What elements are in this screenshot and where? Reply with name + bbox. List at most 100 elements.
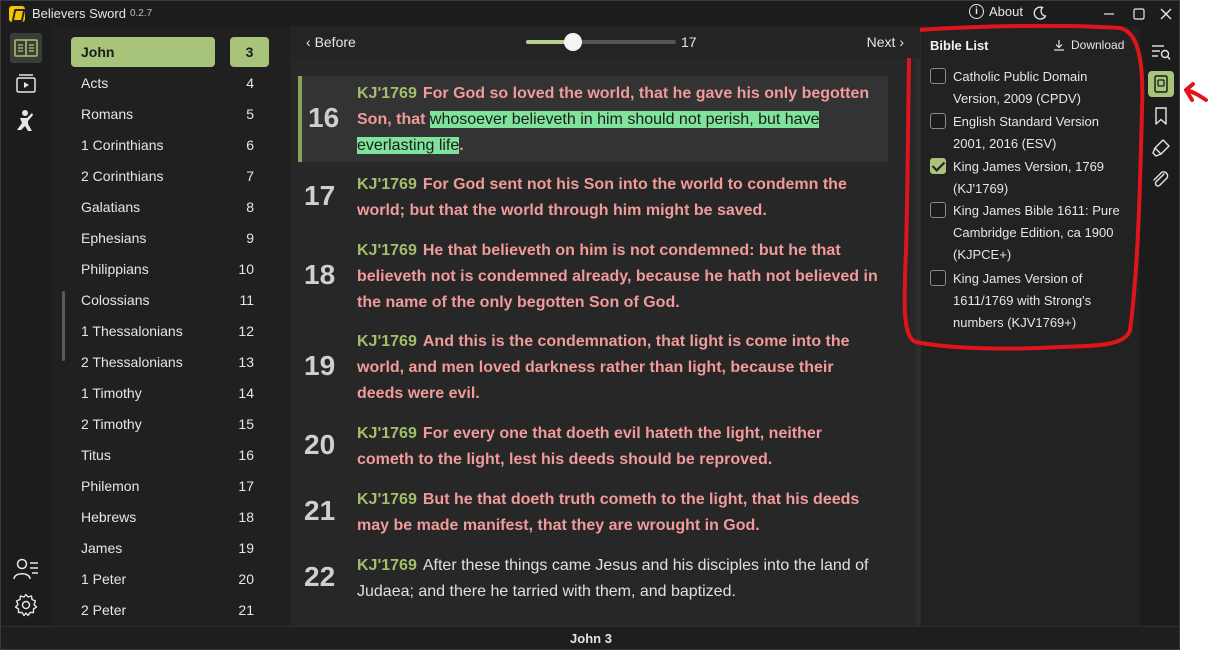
- verse-text: KJ'1769 But he that doeth truth cometh to…: [357, 487, 882, 539]
- rail-profile[interactable]: [10, 554, 42, 584]
- book-item[interactable]: 1 Thessalonians 12: [71, 316, 269, 346]
- gear-icon: [14, 593, 38, 617]
- about-label: About: [989, 4, 1023, 19]
- verse-version-tag: KJ'1769: [357, 557, 417, 574]
- rail-bible-versions[interactable]: [1148, 71, 1174, 97]
- verse-row[interactable]: 21 KJ'1769 But he that doeth truth cometh …: [298, 482, 888, 542]
- book-name: Ephesians: [81, 230, 147, 246]
- chapter-slider-thumb[interactable]: [563, 33, 582, 51]
- verse-row[interactable]: 20 KJ'1769 For every one that doeth evil h…: [298, 416, 888, 476]
- app-version: 0.2.7: [129, 8, 153, 19]
- book-item[interactable]: Galatians 8: [71, 192, 269, 222]
- book-chapter-count: 11: [239, 292, 254, 308]
- maximize-icon: [1133, 7, 1145, 20]
- book-item[interactable]: 1 Timothy 14: [71, 378, 269, 408]
- verse-number: 17: [304, 180, 336, 211]
- rail-media[interactable]: [10, 68, 42, 98]
- rail-highlights[interactable]: [1148, 135, 1174, 161]
- book-name: 2 Thessalonians: [81, 354, 183, 370]
- book-chapter-count: 6: [246, 137, 254, 153]
- bible-version-checkbox[interactable]: [930, 270, 946, 286]
- maximize-button[interactable]: [1125, 1, 1153, 26]
- book-item[interactable]: Romans 5: [71, 99, 269, 129]
- app-logo-icon: [9, 5, 25, 22]
- book-chapter-count: 13: [238, 354, 254, 370]
- book-item[interactable]: Hebrews 18: [71, 502, 269, 532]
- verse-version-tag: KJ'1769: [357, 176, 417, 193]
- rail-clips[interactable]: [1148, 167, 1174, 193]
- bible-version-checkbox[interactable]: [930, 202, 946, 218]
- rail-settings[interactable]: [10, 590, 42, 620]
- verse-number: 19: [304, 350, 336, 381]
- book-item[interactable]: John 3: [71, 37, 269, 67]
- verse-row[interactable]: 18 KJ'1769 He that believeth on him is not…: [298, 233, 888, 319]
- close-icon: [1160, 8, 1172, 19]
- book-item[interactable]: 1 Peter 20: [71, 564, 269, 594]
- book-item[interactable]: Philemon 17: [71, 471, 269, 501]
- close-button[interactable]: [1152, 1, 1179, 26]
- verse-number: 22: [304, 561, 336, 592]
- verse-version-tag: KJ'1769: [357, 425, 417, 442]
- rail-prayer[interactable]: [10, 106, 42, 136]
- book-item[interactable]: Titus 16: [71, 440, 269, 470]
- verse-row[interactable]: 19 KJ'1769 And this is the condemnation, t…: [298, 324, 888, 410]
- bible-version-checkbox[interactable]: [930, 113, 946, 129]
- verse-row[interactable]: 17 KJ'1769 For God sent not his Son into t…: [298, 167, 888, 227]
- book-list: John 3 Acts 4 Romans 5 1 Corinthians 6 2 Corinth…: [51, 26, 290, 626]
- moon-icon[interactable]: [1032, 5, 1048, 21]
- verse-text-segment: For every one that doeth evil hateth the…: [357, 425, 823, 468]
- book-item[interactable]: James 19: [71, 533, 269, 563]
- next-chapter-button[interactable]: Next ›: [867, 34, 904, 50]
- book-item[interactable]: Colossians 11: [71, 285, 269, 315]
- book-item[interactable]: 2 Corinthians 7: [71, 161, 269, 191]
- left-sidebar: [1, 26, 51, 626]
- book-name: Hebrews: [81, 509, 137, 525]
- book-name: Titus: [81, 447, 111, 463]
- book-chapter-count: 12: [238, 323, 254, 339]
- download-button[interactable]: Download: [1053, 38, 1124, 52]
- minimize-button[interactable]: [1095, 1, 1123, 26]
- previous-chapter-button[interactable]: ‹ Before: [306, 34, 356, 50]
- verse-row[interactable]: 16 KJ'1769 For God so loved the world, tha…: [298, 76, 888, 162]
- book-chapter-count: 3: [245, 44, 254, 60]
- next-label: Next: [866, 34, 896, 50]
- chapter-slider-value: 17: [681, 34, 697, 50]
- rail-search-list[interactable]: [1148, 39, 1174, 65]
- book-name: Romans: [81, 106, 134, 122]
- book-list-scrollbar[interactable]: [62, 291, 65, 361]
- bible-version-checkbox[interactable]: [930, 158, 946, 174]
- book-name: 1 Timothy: [81, 385, 142, 401]
- bible-version-label: Catholic Public Domain Version, 2009 (CP…: [953, 69, 1088, 106]
- book-item[interactable]: 1 Corinthians 6: [71, 130, 269, 160]
- book-item[interactable]: Philippians 10: [71, 254, 269, 284]
- book-name: Philippians: [81, 261, 149, 277]
- book-chapter-count: 7: [246, 168, 254, 184]
- book-item[interactable]: 2 Thessalonians 13: [71, 347, 269, 377]
- right-sidebar: [1140, 26, 1179, 626]
- rail-bookmarks[interactable]: [1148, 103, 1174, 129]
- video-library-icon: [16, 74, 36, 93]
- book-item[interactable]: 2 Timothy 15: [71, 409, 269, 439]
- verse-text: KJ'1769 For God sent not his Son into the…: [357, 172, 882, 224]
- verse-number: 20: [304, 429, 336, 460]
- verse-row[interactable]: 22 KJ'1769 After these things came Jesus a…: [298, 548, 888, 608]
- verse-version-tag: KJ'1769: [357, 85, 417, 102]
- book-name: 2 Timothy: [81, 416, 142, 432]
- status-chapter-label: John 3: [570, 631, 612, 646]
- book-item[interactable]: Ephesians 9: [71, 223, 269, 253]
- bible-version-item[interactable]: King James Bible 1611: Pure Cambridge Ed…: [930, 200, 1135, 262]
- bible-version-label: English Standard Version 2001, 2016 (ESV…: [953, 114, 1099, 151]
- chevron-left-icon: ‹: [306, 34, 311, 50]
- book-chapter-count: 8: [246, 199, 254, 215]
- rail-bible-view[interactable]: [10, 33, 42, 63]
- book-name: Colossians: [81, 292, 150, 308]
- verse-text: KJ'1769 And this is the condemnation, tha…: [357, 329, 882, 407]
- bible-version-item[interactable]: King James Version of 1611/1769 with Str…: [930, 268, 1135, 330]
- about-button[interactable]: i About: [969, 4, 1023, 19]
- verse-version-tag: KJ'1769: [357, 242, 417, 259]
- book-item[interactable]: 2 Peter 21: [71, 595, 269, 625]
- book-chapter-count: 21: [238, 602, 254, 618]
- bible-version-checkbox[interactable]: [930, 68, 946, 84]
- verse-number: 21: [304, 495, 336, 526]
- book-item[interactable]: Acts 4: [71, 68, 269, 98]
